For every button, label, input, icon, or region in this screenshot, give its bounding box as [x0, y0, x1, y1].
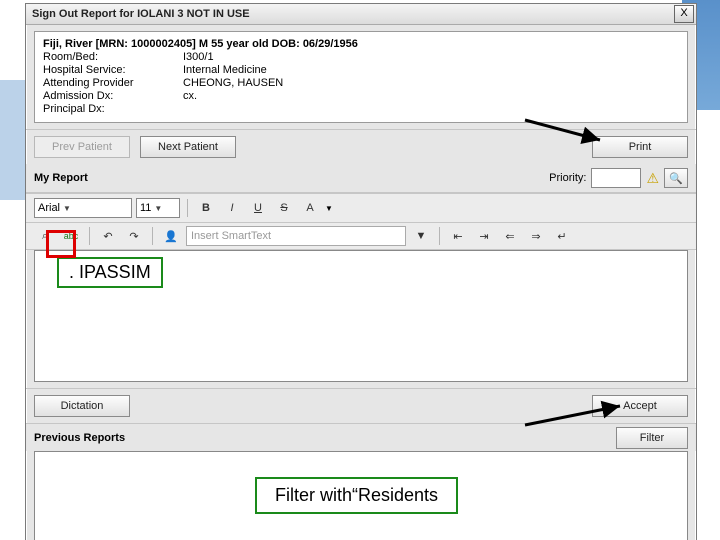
- previous-reports-header: Previous Reports Filter: [26, 423, 696, 451]
- editor-text: . IPASSIM: [69, 262, 151, 282]
- font-size-value: 11: [140, 202, 151, 214]
- chevron-down-icon: ▼: [325, 204, 333, 213]
- redo-button[interactable]: ↷: [123, 226, 145, 246]
- attending-value: CHEONG, HAUSEN: [183, 77, 283, 89]
- undo-button[interactable]: ↶: [97, 226, 119, 246]
- print-button[interactable]: Print: [592, 136, 688, 158]
- editor-callout: . IPASSIM: [57, 257, 163, 288]
- nav-button-row: Prev Patient Next Patient Print: [26, 129, 696, 164]
- smartlink-button[interactable]: 👤: [160, 226, 182, 246]
- attending-label: Attending Provider: [43, 77, 153, 89]
- chevron-down-icon: ▼: [154, 204, 162, 213]
- signout-window: Sign Out Report for IOLANI 3 NOT IN USE …: [25, 3, 697, 540]
- priority-input[interactable]: [591, 168, 641, 188]
- nav-left-button[interactable]: ⇤: [447, 226, 469, 246]
- admission-dx-label: Admission Dx:: [43, 90, 153, 102]
- filter-callout: Filter with“Residents: [255, 477, 458, 514]
- admission-dx-value: cx.: [183, 90, 197, 102]
- my-report-header-row: My Report Priority: ⚠ 🔍: [26, 164, 696, 193]
- filter-button[interactable]: Filter: [616, 427, 688, 449]
- patient-info-pane: Fiji, River [MRN: 1000002405] M 55 year …: [34, 31, 688, 123]
- outdent-button[interactable]: ⇐: [499, 226, 521, 246]
- separator: [439, 227, 440, 245]
- editor-button-row: Dictation Accept: [26, 388, 696, 423]
- font-size-combo[interactable]: 11▼: [136, 198, 180, 218]
- priority-search-button[interactable]: 🔍: [664, 168, 688, 188]
- strike-button[interactable]: S: [273, 198, 295, 218]
- separator: [187, 199, 188, 217]
- window-title: Sign Out Report for IOLANI 3 NOT IN USE: [32, 8, 674, 20]
- principal-dx-label: Principal Dx:: [43, 103, 153, 115]
- indent-button[interactable]: ⇒: [525, 226, 547, 246]
- font-name-combo[interactable]: Arial▼: [34, 198, 132, 218]
- italic-button[interactable]: I: [221, 198, 243, 218]
- underline-button[interactable]: U: [247, 198, 269, 218]
- search-icon: 🔍: [669, 172, 683, 185]
- next-patient-button[interactable]: Next Patient: [140, 136, 236, 158]
- spellcheck-button[interactable]: abc: [60, 226, 82, 246]
- separator: [89, 227, 90, 245]
- insert-go-button[interactable]: ▼: [410, 226, 432, 246]
- jump-button[interactable]: ↵: [551, 226, 573, 246]
- prev-patient-button: Prev Patient: [34, 136, 130, 158]
- priority-label: Priority:: [549, 172, 586, 184]
- title-bar: Sign Out Report for IOLANI 3 NOT IN USE …: [26, 4, 696, 25]
- previous-reports-area: Filter with“Residents: [34, 451, 688, 540]
- room-value: I300/1: [183, 51, 214, 63]
- previous-reports-label: Previous Reports: [34, 432, 616, 444]
- warning-icon: ⚠: [646, 170, 659, 187]
- font-color-button[interactable]: A: [299, 198, 321, 218]
- my-report-label: My Report: [34, 172, 544, 184]
- service-label: Hospital Service:: [43, 64, 153, 76]
- zoom-button[interactable]: ⌕: [34, 226, 56, 246]
- accept-button[interactable]: Accept: [592, 395, 688, 417]
- format-toolbar: Arial▼ 11▼ B I U S A ▼: [26, 193, 696, 223]
- nav-right-button[interactable]: ⇥: [473, 226, 495, 246]
- service-value: Internal Medicine: [183, 64, 267, 76]
- insert-placeholder: Insert SmartText: [191, 230, 271, 242]
- patient-header: Fiji, River [MRN: 1000002405] M 55 year …: [43, 38, 679, 50]
- dictation-button[interactable]: Dictation: [34, 395, 130, 417]
- font-name-value: Arial: [38, 202, 60, 214]
- room-label: Room/Bed:: [43, 51, 153, 63]
- filter-callout-text: Filter with“Residents: [275, 485, 438, 505]
- bold-button[interactable]: B: [195, 198, 217, 218]
- window-close-button[interactable]: X: [674, 5, 694, 23]
- chevron-down-icon: ▼: [63, 204, 71, 213]
- insert-smarttext-field[interactable]: Insert SmartText: [186, 226, 406, 246]
- separator: [152, 227, 153, 245]
- insert-toolbar: ⌕ abc ↶ ↷ 👤 Insert SmartText ▼ ⇤ ⇥ ⇐ ⇒ ↵: [26, 223, 696, 250]
- report-editor[interactable]: . IPASSIM: [34, 250, 688, 382]
